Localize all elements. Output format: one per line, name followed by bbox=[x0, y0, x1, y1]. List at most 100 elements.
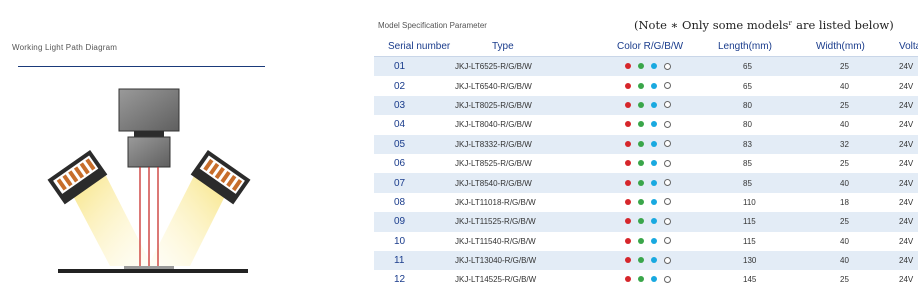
voltage-cell: 24V bbox=[899, 115, 918, 135]
header-type: Type bbox=[450, 36, 599, 57]
green-dot-icon bbox=[638, 101, 644, 108]
red-dot-icon bbox=[625, 218, 631, 225]
green-dot-icon bbox=[638, 121, 644, 128]
color-cell bbox=[599, 231, 699, 251]
color-cell bbox=[599, 212, 699, 232]
table-row: 08 JKJ-LT11018-R/G/B/W 110 18 24V bbox=[374, 192, 918, 213]
voltage-cell: 24V bbox=[899, 250, 918, 271]
color-cell bbox=[599, 115, 699, 135]
blue-dot-icon bbox=[651, 218, 657, 225]
camera-lens bbox=[127, 136, 171, 168]
white-dot-icon bbox=[664, 275, 671, 283]
voltage-cell: 24V bbox=[899, 212, 918, 232]
title-divider bbox=[18, 66, 265, 67]
width-cell: 25 bbox=[811, 153, 899, 174]
serial-cell: 10 bbox=[374, 231, 450, 251]
width-cell: 25 bbox=[811, 212, 899, 232]
length-cell: 85 bbox=[699, 153, 811, 174]
red-dot-icon bbox=[625, 101, 631, 108]
blue-dot-icon bbox=[651, 179, 657, 186]
voltage-cell: 24V bbox=[899, 270, 918, 290]
table-row: 03 JKJ-LT8025-R/G/B/W 80 25 24V bbox=[374, 95, 918, 116]
green-dot-icon bbox=[638, 63, 644, 70]
width-cell: 32 bbox=[811, 134, 899, 154]
red-dot-icon bbox=[625, 63, 631, 70]
red-dot-icon bbox=[625, 237, 631, 244]
green-dot-icon bbox=[638, 237, 644, 244]
serial-cell: 12 bbox=[374, 270, 450, 290]
white-dot-icon bbox=[664, 120, 671, 128]
blue-dot-icon bbox=[651, 237, 657, 244]
width-cell: 40 bbox=[811, 76, 899, 96]
white-dot-icon bbox=[664, 140, 671, 148]
serial-cell: 02 bbox=[374, 76, 450, 96]
width-cell: 40 bbox=[811, 115, 899, 135]
red-dot-icon bbox=[625, 160, 631, 167]
width-cell: 40 bbox=[811, 250, 899, 271]
red-dot-icon bbox=[625, 179, 631, 186]
voltage-cell: 24V bbox=[899, 134, 918, 154]
table-row: 01 JKJ-LT6525-R/G/B/W 65 25 24V bbox=[374, 56, 918, 77]
serial-cell: 06 bbox=[374, 153, 450, 174]
width-cell: 25 bbox=[811, 56, 899, 77]
diagram-title: Working Light Path Diagram bbox=[12, 43, 118, 52]
blue-dot-icon bbox=[651, 121, 657, 128]
table-row: 02 JKJ-LT6540-R/G/B/W 65 40 24V bbox=[374, 76, 918, 96]
light-path-diagram bbox=[47, 88, 251, 273]
type-cell: JKJ-LT8525-R/G/B/W bbox=[450, 153, 599, 174]
width-cell: 25 bbox=[811, 270, 899, 290]
length-cell: 130 bbox=[699, 250, 811, 271]
white-dot-icon bbox=[664, 256, 671, 264]
header-serial: Serial number bbox=[374, 36, 450, 57]
table-row: 09 JKJ-LT11525-R/G/B/W 115 25 24V bbox=[374, 212, 918, 232]
color-cell bbox=[599, 95, 699, 116]
width-cell: 40 bbox=[811, 231, 899, 251]
blue-dot-icon bbox=[651, 63, 657, 70]
length-cell: 65 bbox=[699, 56, 811, 77]
red-dot-icon bbox=[625, 257, 631, 264]
white-dot-icon bbox=[664, 179, 671, 187]
width-cell: 25 bbox=[811, 95, 899, 116]
length-cell: 145 bbox=[699, 270, 811, 290]
table-row: 07 JKJ-LT8540-R/G/B/W 85 40 24V bbox=[374, 173, 918, 193]
red-dot-icon bbox=[625, 276, 631, 283]
blue-dot-icon bbox=[651, 257, 657, 264]
table-row: 10 JKJ-LT11540-R/G/B/W 115 40 24V bbox=[374, 231, 918, 251]
blue-dot-icon bbox=[651, 276, 657, 283]
white-dot-icon bbox=[664, 217, 671, 225]
voltage-cell: 24V bbox=[899, 192, 918, 213]
serial-cell: 08 bbox=[374, 192, 450, 213]
table-row: 12 JKJ-LT14525-R/G/B/W 145 25 24V bbox=[374, 270, 918, 290]
green-dot-icon bbox=[638, 82, 644, 89]
table-row: 11 JKJ-LT13040-R/G/B/W 130 40 24V bbox=[374, 250, 918, 271]
green-dot-icon bbox=[638, 257, 644, 264]
serial-cell: 11 bbox=[374, 250, 450, 271]
green-dot-icon bbox=[638, 218, 644, 225]
length-cell: 115 bbox=[699, 231, 811, 251]
inspected-object bbox=[124, 266, 174, 269]
blue-dot-icon bbox=[651, 160, 657, 167]
red-dot-icon bbox=[625, 121, 631, 128]
voltage-cell: 24V bbox=[899, 173, 918, 193]
header-width: Width(mm) bbox=[811, 36, 899, 57]
width-cell: 40 bbox=[811, 173, 899, 193]
spec-table: Serial number Type Color R/G/B/W Length(… bbox=[374, 36, 918, 290]
length-cell: 115 bbox=[699, 212, 811, 232]
length-cell: 83 bbox=[699, 134, 811, 154]
base-platform bbox=[58, 269, 248, 273]
camera-neck bbox=[134, 131, 164, 137]
green-dot-icon bbox=[638, 160, 644, 167]
voltage-cell: 24V bbox=[899, 56, 918, 77]
red-dot-icon bbox=[625, 82, 631, 89]
spec-title: Model Specification Parameter bbox=[378, 21, 487, 30]
voltage-cell: 24V bbox=[899, 153, 918, 174]
blue-dot-icon bbox=[651, 82, 657, 89]
type-cell: JKJ-LT11525-R/G/B/W bbox=[450, 212, 599, 232]
width-cell: 18 bbox=[811, 192, 899, 213]
length-cell: 80 bbox=[699, 115, 811, 135]
header-color: Color R/G/B/W bbox=[599, 36, 699, 57]
header-length: Length(mm) bbox=[699, 36, 811, 57]
type-cell: JKJ-LT8332-R/G/B/W bbox=[450, 134, 599, 154]
type-cell: JKJ-LT6540-R/G/B/W bbox=[450, 76, 599, 96]
serial-cell: 07 bbox=[374, 173, 450, 193]
